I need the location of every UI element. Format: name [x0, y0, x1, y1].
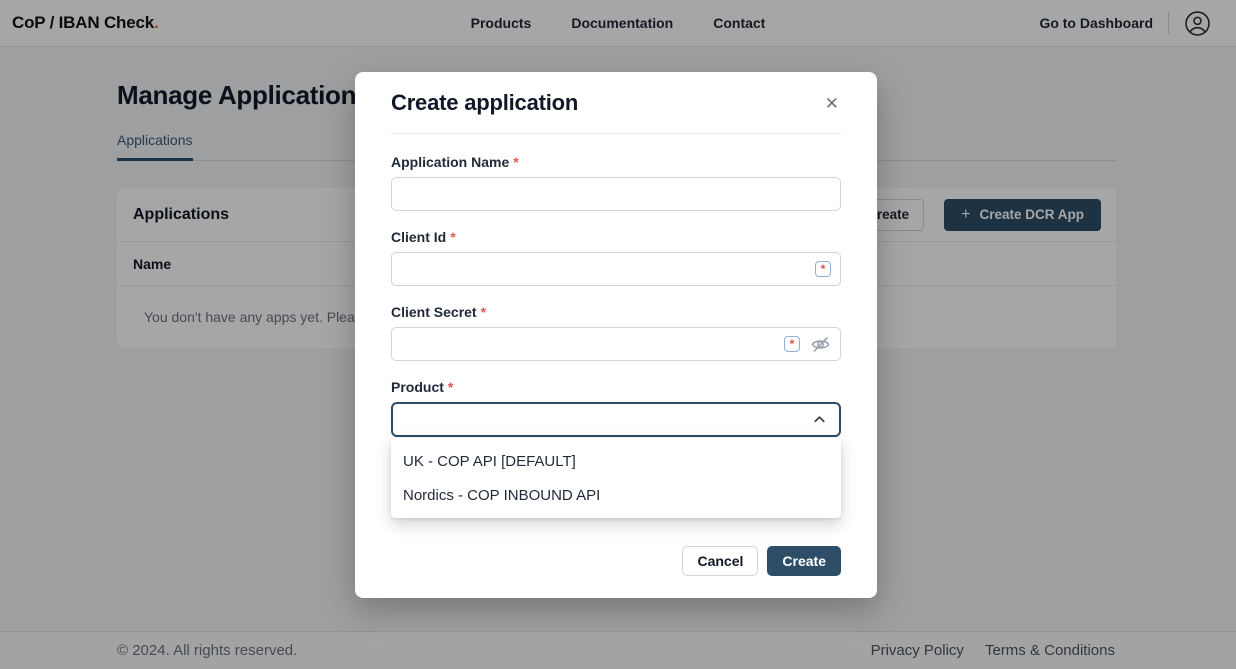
modal-create-button[interactable]: Create	[767, 546, 841, 576]
client-id-label: Client Id*	[391, 229, 841, 245]
password-manager-autofill-icon[interactable]: *	[784, 336, 800, 352]
product-label: Product*	[391, 379, 841, 395]
dropdown-option-uk-cop-api[interactable]: UK - COP API [DEFAULT]	[391, 444, 841, 478]
application-name-label-text: Application Name	[391, 154, 509, 170]
application-name-input[interactable]	[392, 178, 840, 210]
client-secret-group: Client Secret* *	[391, 304, 841, 361]
client-secret-label-text: Client Secret	[391, 304, 477, 320]
eye-slash-icon[interactable]	[810, 334, 831, 355]
required-asterisk: *	[513, 154, 518, 170]
product-group: Product* UK - COP API [DEFAULT] Nordics …	[391, 379, 841, 437]
application-name-group: Application Name*	[391, 154, 841, 211]
application-name-field	[391, 177, 841, 211]
required-asterisk: *	[450, 229, 455, 245]
product-label-text: Product	[391, 379, 444, 395]
chevron-up-icon	[811, 411, 828, 428]
product-select[interactable]	[391, 402, 841, 437]
create-application-modal: Create application ✕ Application Name* C…	[355, 72, 877, 598]
password-manager-autofill-icon[interactable]: *	[815, 261, 831, 277]
client-id-field: *	[391, 252, 841, 286]
required-asterisk: *	[481, 304, 486, 320]
modal-header: Create application ✕	[391, 72, 841, 116]
client-id-group: Client Id* *	[391, 229, 841, 286]
client-id-input[interactable]	[392, 253, 840, 285]
client-id-label-text: Client Id	[391, 229, 446, 245]
product-dropdown: UK - COP API [DEFAULT] Nordics - COP INB…	[391, 438, 841, 518]
client-secret-input[interactable]	[392, 328, 840, 360]
modal-title: Create application	[391, 90, 578, 116]
modal-form: Application Name* Client Id* * Client Se…	[391, 154, 841, 437]
dropdown-option-nordics-cop-inbound-api[interactable]: Nordics - COP INBOUND API	[391, 478, 841, 512]
application-name-label: Application Name*	[391, 154, 841, 170]
client-secret-field: *	[391, 327, 841, 361]
required-asterisk: *	[448, 379, 453, 395]
close-icon[interactable]: ✕	[825, 96, 839, 113]
cancel-button[interactable]: Cancel	[682, 546, 758, 576]
modal-header-divider	[391, 133, 841, 134]
modal-footer: Cancel Create	[682, 546, 841, 576]
client-secret-label: Client Secret*	[391, 304, 841, 320]
